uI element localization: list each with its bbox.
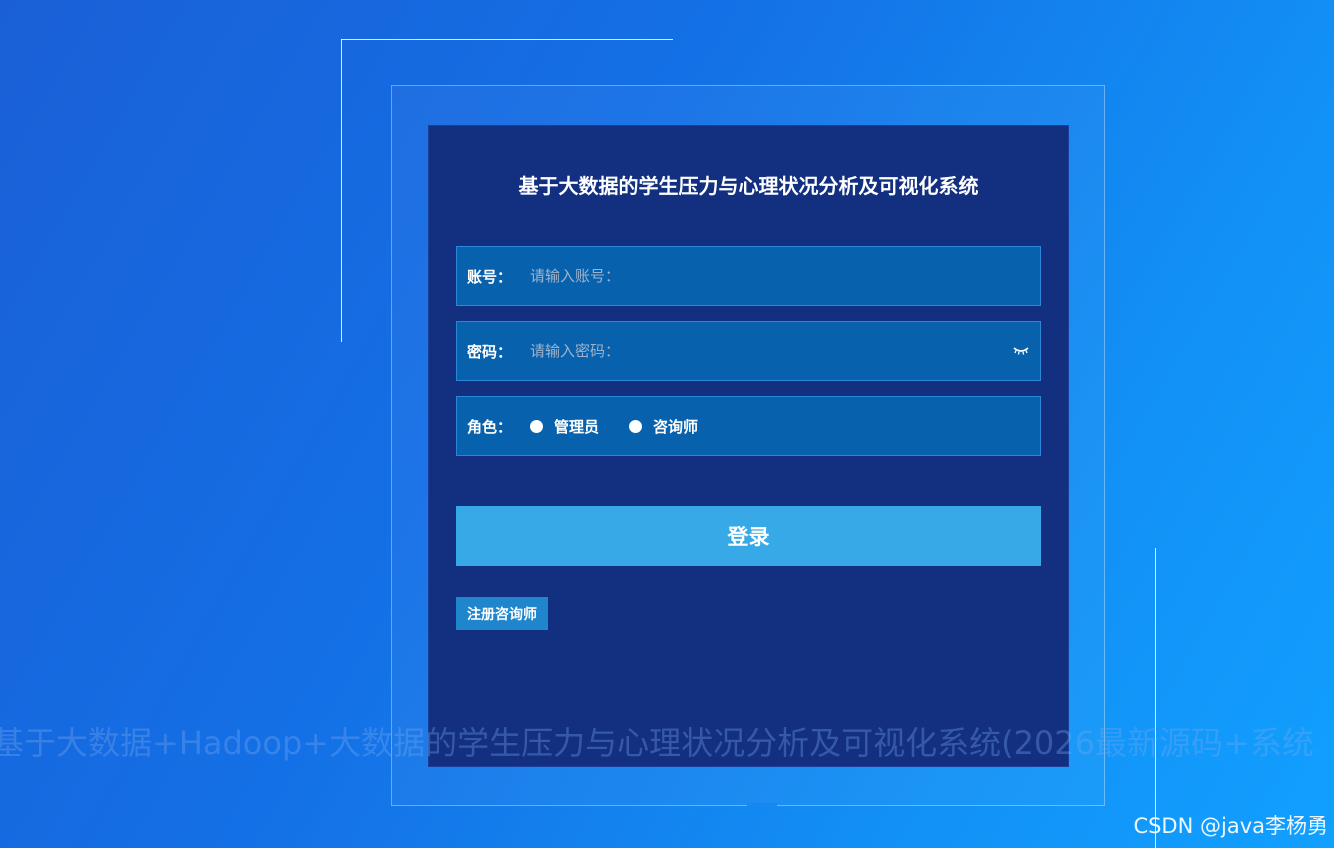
role-option-label[interactable]: 咨询师 bbox=[653, 416, 698, 437]
radio-circle-icon[interactable] bbox=[629, 419, 643, 433]
account-label: 账号： bbox=[467, 267, 513, 286]
password-field: 密码： bbox=[456, 321, 1041, 381]
watermark-text: 基于大数据+Hadoop+大数据的学生压力与心理状况分析及可视化系统(2026最… bbox=[0, 724, 1314, 762]
decor-line-right bbox=[1155, 548, 1156, 848]
account-input[interactable] bbox=[530, 247, 1040, 305]
radio-circle-icon[interactable] bbox=[530, 419, 543, 433]
credit-text: CSDN @java李杨勇 bbox=[1133, 814, 1328, 838]
role-option-admin[interactable]: 管理员 bbox=[530, 416, 599, 437]
role-option-counselor[interactable]: 咨询师 bbox=[629, 416, 698, 437]
role-label: 角色： bbox=[467, 417, 513, 436]
password-input[interactable] bbox=[530, 322, 1006, 380]
account-field: 账号： bbox=[456, 246, 1041, 306]
role-radio-group: 管理员 咨询师 bbox=[530, 416, 728, 437]
login-button[interactable]: 登录 bbox=[456, 506, 1041, 566]
frame-gap bbox=[747, 803, 777, 807]
role-option-label[interactable]: 管理员 bbox=[554, 416, 599, 437]
password-label: 密码： bbox=[467, 342, 513, 361]
eye-closed-icon[interactable] bbox=[1006, 346, 1036, 356]
role-field: 角色： 管理员 咨询师 bbox=[456, 396, 1041, 456]
register-counselor-button[interactable]: 注册咨询师 bbox=[456, 597, 548, 630]
decor-line-left bbox=[341, 39, 342, 342]
decor-line-top bbox=[341, 39, 673, 40]
page-title: 基于大数据的学生压力与心理状况分析及可视化系统 bbox=[518, 174, 979, 198]
